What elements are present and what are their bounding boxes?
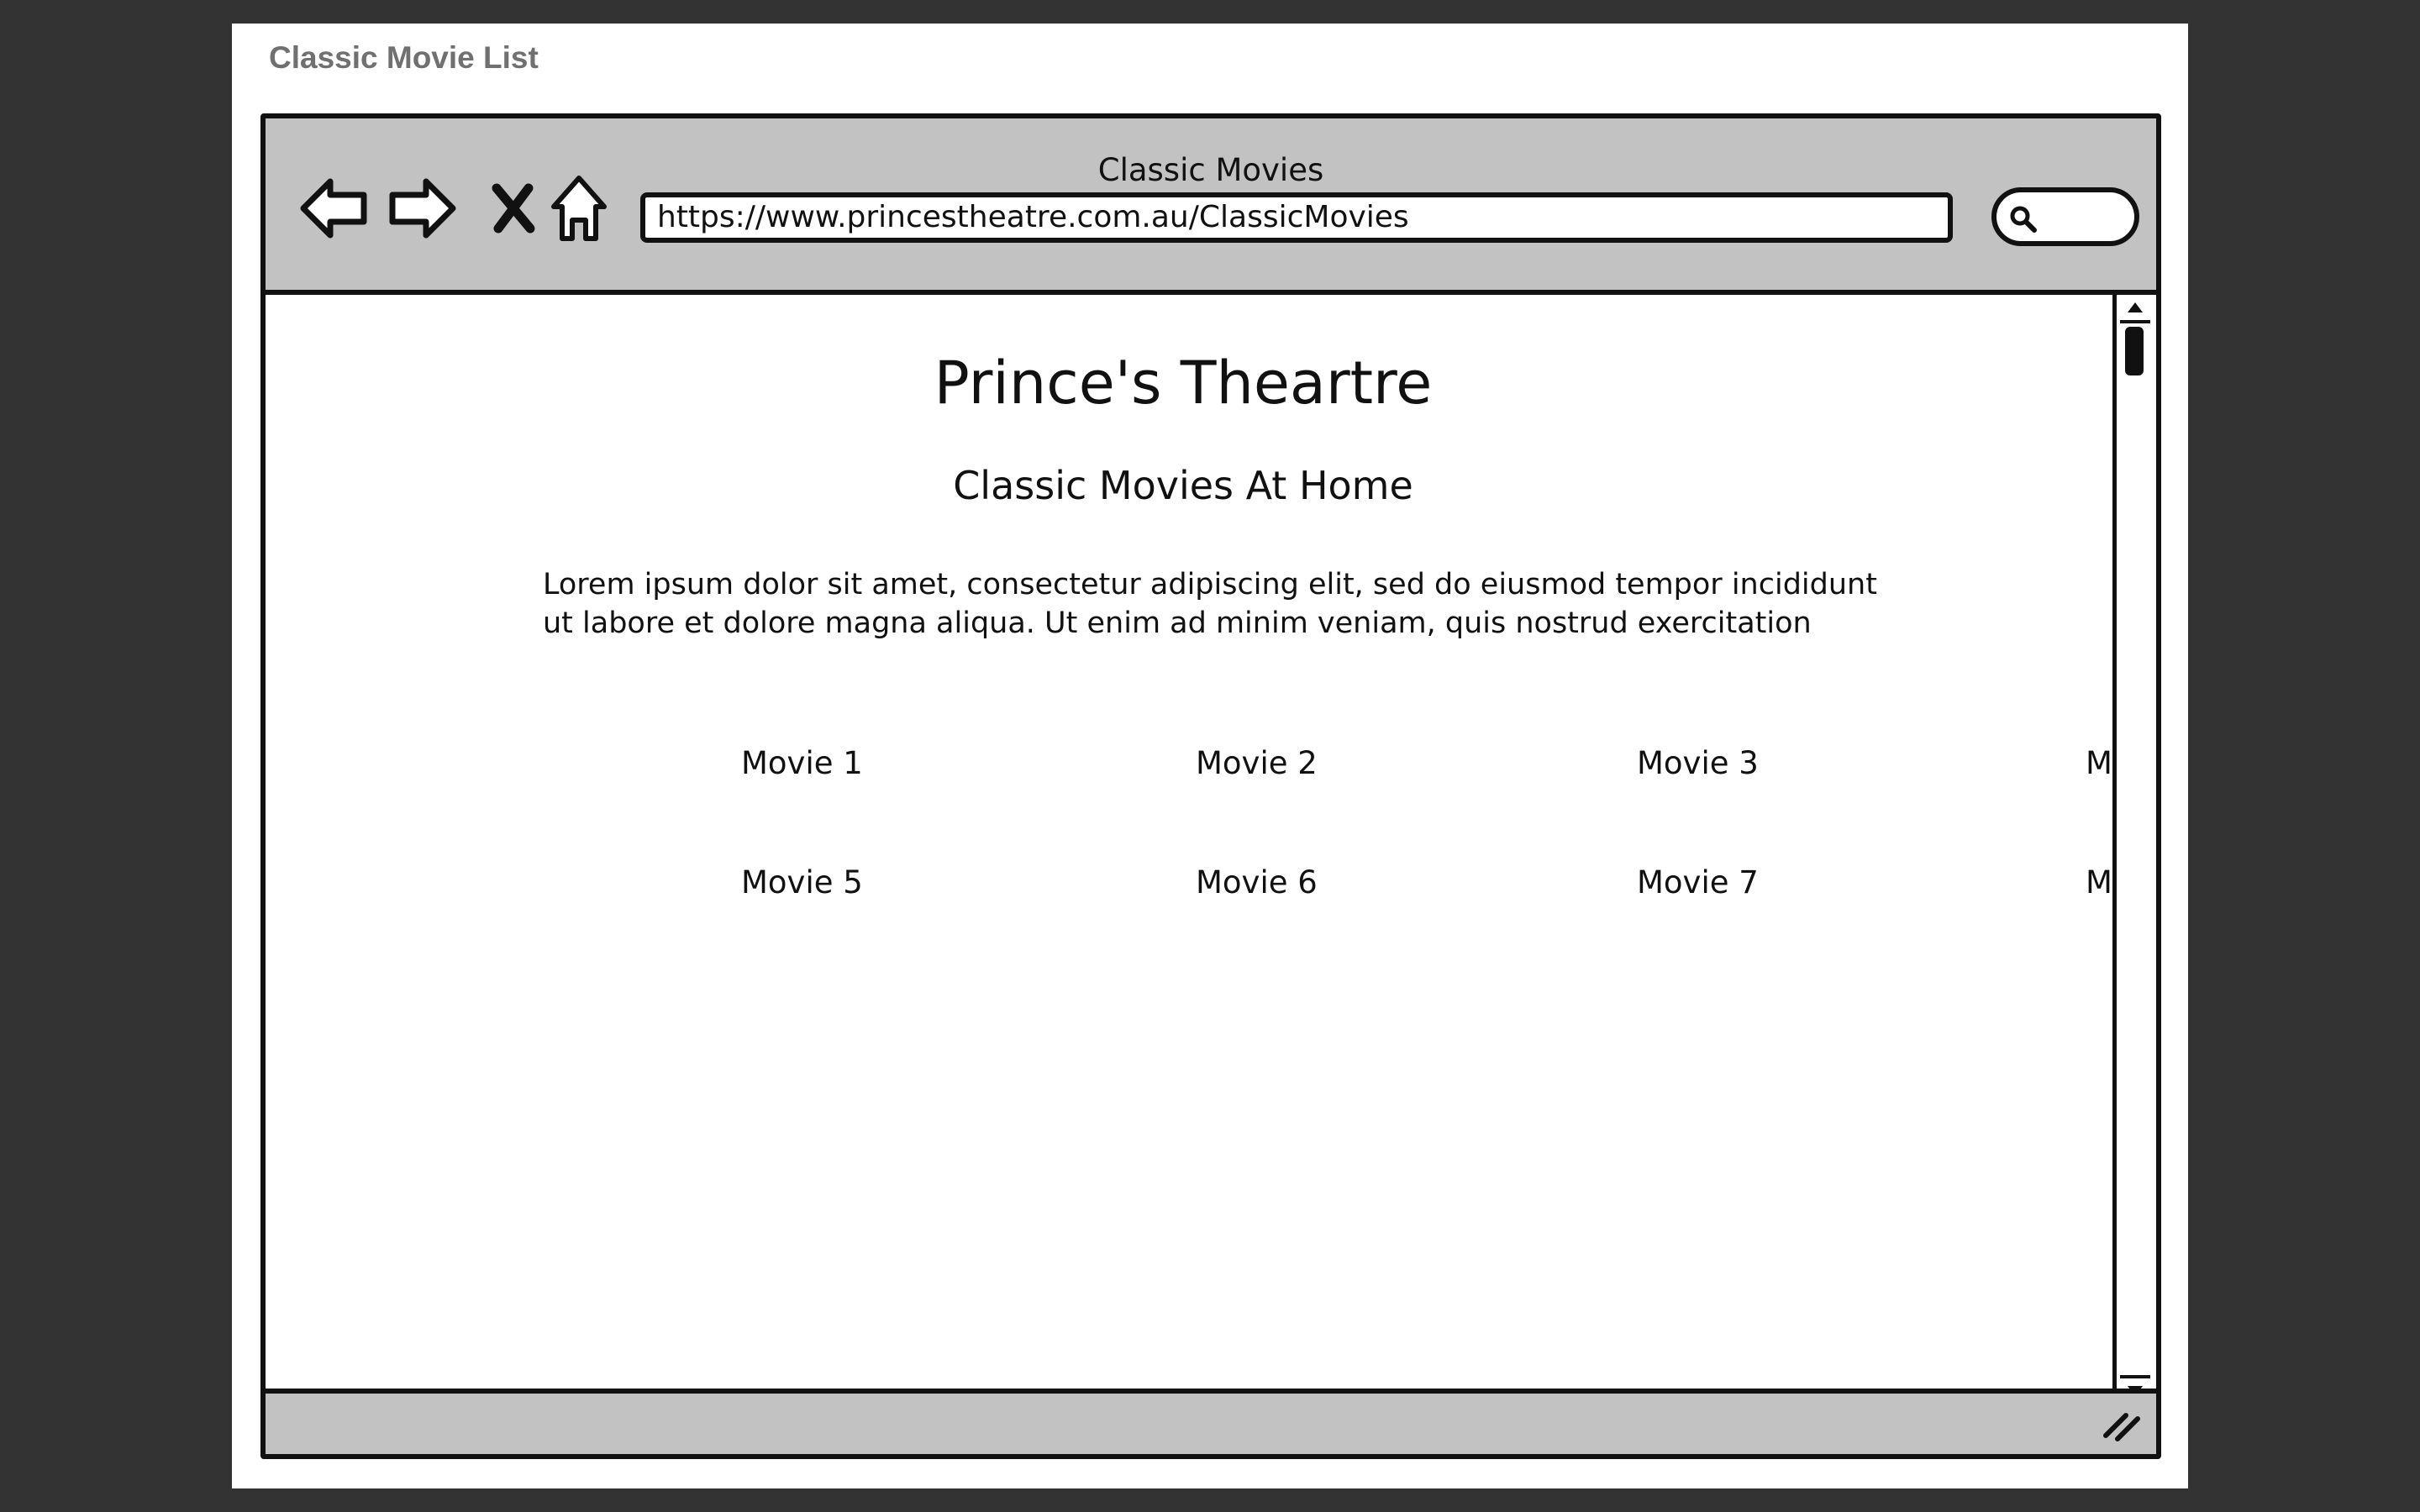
address-bar[interactable]: https://www.princestheatre.com.au/Classi… <box>640 192 1953 243</box>
back-arrow-icon <box>300 178 367 239</box>
search-icon <box>2010 206 2037 233</box>
movie-link-3[interactable]: Movie 3 <box>1637 745 1759 781</box>
close-icon <box>492 183 535 234</box>
movie-link-1[interactable]: Movie 1 <box>741 745 863 781</box>
stop-button[interactable] <box>476 171 551 246</box>
back-button[interactable] <box>296 171 371 246</box>
home-icon <box>551 176 607 241</box>
mockup-canvas: Classic Movie List Classic Movies https:… <box>232 24 2188 1488</box>
movie-link-7[interactable]: Movie 7 <box>1637 864 1759 900</box>
page-content: Prince's Theartre Classic Movies At Home… <box>266 295 2156 1404</box>
scroll-up-button[interactable] <box>2120 295 2150 323</box>
movie-link-5[interactable]: Movie 5 <box>741 864 863 900</box>
browser-window: Classic Movies https://www.princestheatr… <box>260 113 2161 1459</box>
forward-arrow-icon <box>389 178 456 239</box>
scroll-thumb[interactable] <box>2125 327 2144 375</box>
home-button[interactable] <box>541 171 617 246</box>
status-bar <box>266 1389 2156 1454</box>
page-title: Prince's Theartre <box>934 349 1433 417</box>
movie-link-2[interactable]: Movie 2 <box>1196 745 1318 781</box>
triangle-up-icon <box>2128 302 2143 312</box>
intro-paragraph: Lorem ipsum dolor sit amet, consectetur … <box>543 568 1877 640</box>
forward-button[interactable] <box>385 171 460 246</box>
mockup-title: Classic Movie List <box>269 40 539 75</box>
movie-link-6[interactable]: Movie 6 <box>1196 864 1318 900</box>
page-subtitle: Classic Movies At Home <box>953 463 1413 508</box>
search-field[interactable] <box>1991 187 2139 246</box>
resize-grip-icon[interactable] <box>2102 1410 2141 1442</box>
browser-toolbar: Classic Movies https://www.princestheatr… <box>266 118 2156 295</box>
vertical-scrollbar[interactable] <box>2112 295 2156 1404</box>
